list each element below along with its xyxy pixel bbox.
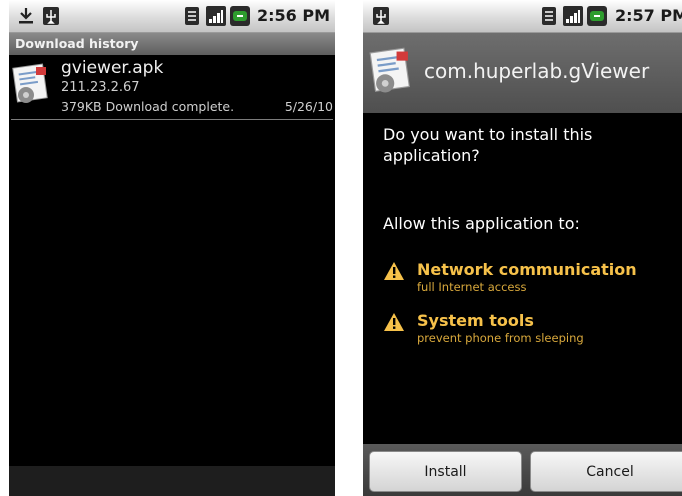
permission-detail: full Internet access	[417, 280, 527, 294]
permission-title: Network communication	[417, 260, 637, 279]
download-source: 211.23.2.67	[61, 80, 140, 95]
download-file-name: gviewer.apk	[61, 58, 164, 78]
install-dialog-screen: 2:57 PM com.huperlab.gViewer Do you want…	[363, 0, 682, 496]
warning-icon	[383, 312, 405, 336]
permission-detail: prevent phone from sleeping	[417, 331, 584, 345]
vibrate-icon	[184, 6, 200, 26]
download-status: 379KB Download complete.	[61, 99, 235, 114]
permissions-heading: Allow this application to:	[383, 214, 580, 233]
button-bar: Install Cancel	[363, 444, 682, 496]
apk-icon	[369, 47, 415, 101]
status-bar: 2:56 PM	[9, 0, 335, 33]
bottom-area	[9, 466, 335, 496]
usb-icon	[42, 6, 60, 26]
apk-icon	[12, 63, 52, 111]
status-bar: 2:57 PM	[363, 0, 682, 33]
download-history-screen: 2:56 PM Download history gviewer.apk 211…	[9, 0, 335, 496]
usb-icon	[372, 6, 390, 26]
permission-title: System tools	[417, 311, 534, 330]
warning-icon	[383, 261, 405, 285]
list-item[interactable]: gviewer.apk 211.23.2.67 379KB Download c…	[11, 55, 333, 120]
install-question: Do you want to install this application?	[383, 125, 593, 165]
clock: 2:56 PM	[256, 6, 330, 25]
signal-icon	[206, 6, 226, 26]
download-icon	[17, 6, 35, 26]
app-header: com.huperlab.gViewer	[363, 33, 682, 113]
clock: 2:57 PM	[614, 6, 682, 25]
battery-icon	[230, 6, 250, 26]
download-date: 5/26/10	[284, 99, 333, 114]
app-package-name: com.huperlab.gViewer	[424, 59, 650, 83]
signal-icon	[563, 6, 583, 26]
vibrate-icon	[541, 6, 557, 26]
cancel-button[interactable]: Cancel	[530, 451, 682, 492]
battery-icon	[587, 6, 607, 26]
page-title: Download history	[9, 33, 335, 55]
install-button[interactable]: Install	[369, 451, 522, 492]
